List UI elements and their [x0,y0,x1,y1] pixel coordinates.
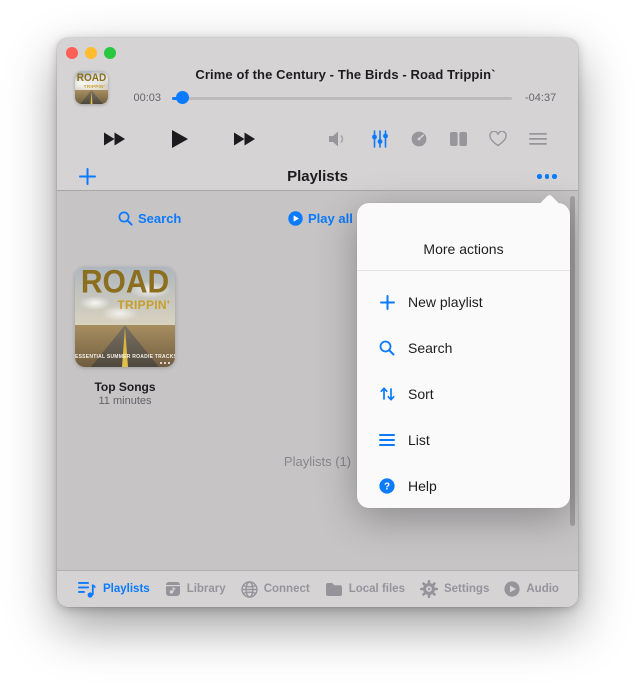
search-link[interactable]: Search [118,211,181,226]
elapsed-time: 00:03 [133,92,161,104]
album-art: ROAD TRIPPIN' ESSENTIAL SUMMER ROADIE TR… [75,267,175,367]
favorite-heart-icon[interactable] [489,130,507,147]
tab-label: Local files [348,583,405,595]
menu-item-sort[interactable]: Sort [357,371,570,417]
help-icon: ? [378,478,396,494]
tab-label: Connect [263,583,310,595]
previous-button[interactable] [104,132,126,146]
menu-item-label: Search [408,340,453,356]
audio-play-icon [504,581,520,597]
tab-label: Playlists [103,583,150,595]
plus-icon [378,294,396,310]
sort-icon [378,386,396,402]
search-link-label: Search [138,211,182,226]
playlist-tile[interactable]: ROAD TRIPPIN' ESSENTIAL SUMMER ROADIE TR… [75,267,175,407]
search-icon [118,211,133,226]
card-more-icon[interactable] [159,361,170,364]
now-playing-artwork[interactable]: ROAD TRIPPIN' [75,71,108,104]
close-window-button[interactable] [66,47,78,59]
search-icon [378,340,396,356]
progress-slider[interactable] [172,97,512,100]
song-title: Crime of the Century - The Birds - Road … [195,67,496,82]
play-all-link[interactable]: Play all [288,211,353,226]
more-actions-popover: More actions New playlist Search Sort Li… [357,193,570,509]
queue-menu-icon[interactable] [529,133,547,145]
menu-item-label: New playlist [408,294,483,310]
album-art-mini: ROAD TRIPPIN' [75,71,108,104]
volume-icon[interactable] [329,131,349,147]
tab-local-files[interactable]: Local files [325,582,405,597]
tab-label: Settings [443,583,490,595]
album-art-title: ROAD [76,72,107,85]
connect-globe-icon [241,580,258,598]
menu-item-list[interactable]: List [357,417,570,463]
list-icon [378,434,396,446]
minimize-window-button[interactable] [85,47,97,59]
play-button[interactable] [172,130,188,148]
speed-gauge-icon[interactable] [411,131,427,147]
page-title: Playlists [287,168,348,185]
equalizer-icon[interactable] [371,130,389,148]
next-button[interactable] [234,132,256,146]
album-art-subtitle: TRIPPIN' [117,298,170,312]
playlists-icon [78,581,96,598]
svg-text:?: ? [384,481,390,492]
album-art-subtitle: TRIPPIN' [83,84,105,89]
folder-icon [325,582,342,596]
playlist-cover[interactable]: ROAD TRIPPIN' ESSENTIAL SUMMER ROADIE TR… [75,267,175,367]
tab-connect[interactable]: Connect [241,580,310,598]
tab-library[interactable]: Library [165,581,226,597]
menu-item-label: Sort [408,386,434,402]
playlist-name: Top Songs [94,380,156,394]
app-window: ROAD TRIPPIN' Crime of the Century - The… [57,38,578,607]
bottom-tab-bar: Playlists Library Connect Local files Se… [57,570,578,607]
settings-gear-icon [419,580,438,598]
menu-item-help[interactable]: ? Help [357,463,570,509]
zoom-window-button[interactable] [104,47,116,59]
menu-item-new-playlist[interactable]: New playlist [357,279,570,325]
tab-label: Library [186,583,226,595]
popover-title: More actions [357,203,570,271]
progress-knob[interactable] [176,91,189,104]
playlist-duration: 11 minutes [98,395,152,407]
play-all-icon [288,211,303,226]
menu-item-label: List [408,432,430,448]
play-all-label: Play all [308,211,353,226]
tab-playlists[interactable]: Playlists [78,581,150,598]
album-art-caption: ESSENTIAL SUMMER ROADIE TRACKS [75,354,175,360]
tab-settings[interactable]: Settings [419,580,490,598]
tab-audio[interactable]: Audio [504,581,559,597]
remaining-time: -04:37 [525,92,557,104]
content-scrollbar[interactable] [570,196,575,526]
more-actions-button[interactable] [537,174,557,179]
tab-label: Audio [526,583,559,595]
menu-item-search[interactable]: Search [357,325,570,371]
library-icon [165,582,180,596]
album-art-title: ROAD [80,267,170,301]
menu-item-label: Help [408,478,437,494]
columns-view-icon[interactable] [450,132,467,146]
